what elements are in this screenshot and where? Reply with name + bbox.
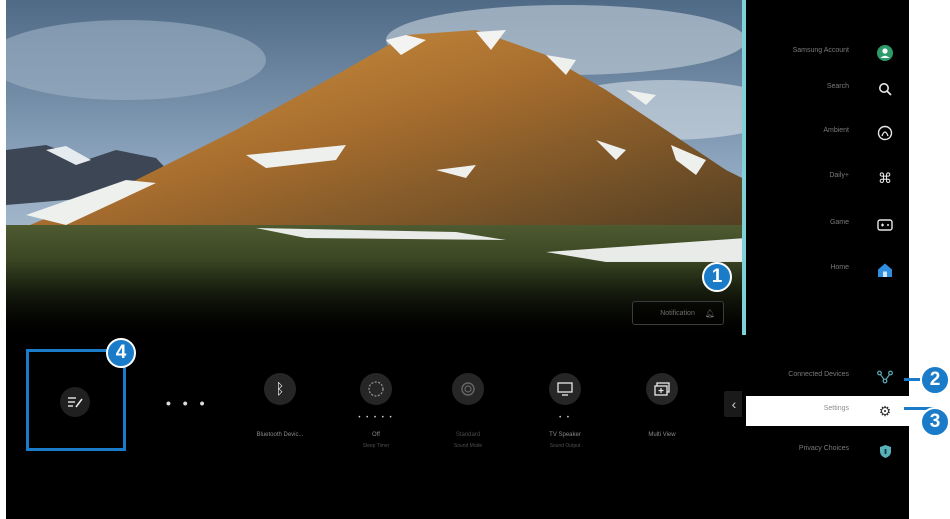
qs-item-sound-mode[interactable]: Standard Sound Mode <box>418 353 518 453</box>
qs-sublabel: Sound Mode <box>453 443 483 449</box>
privacy-shield-icon <box>876 442 894 460</box>
background-landscape <box>6 0 746 335</box>
qs-label: Off <box>372 432 380 438</box>
tv-screen: Notification 🔔︎ • • • ᛒ Bluetooth Devic.… <box>6 0 909 519</box>
qs-label: Multi View <box>648 432 676 438</box>
gamepad-icon <box>876 216 894 234</box>
qs-item-multi-view[interactable]: Multi View <box>612 353 712 453</box>
bluetooth-icon: ᛒ <box>264 373 296 405</box>
callout-badge-4: 4 <box>106 338 136 368</box>
account-icon <box>876 44 894 62</box>
sleep-timer-icon <box>360 373 392 405</box>
notification-button[interactable]: Notification 🔔︎ <box>632 301 724 325</box>
menu-item-connected-devices[interactable]: Connected Devices <box>746 362 909 392</box>
bell-icon: 🔔︎ <box>704 308 715 318</box>
more-options-button[interactable]: • • • <box>166 395 208 411</box>
qs-sublabel: Sound Output <box>549 443 581 449</box>
menu-label: Home <box>830 264 849 271</box>
menu-label: Daily+ <box>829 172 849 179</box>
menu-label: Privacy Choices <box>798 445 849 452</box>
notification-label: Notification <box>660 309 695 317</box>
tv-speaker-dots: • • <box>559 415 571 421</box>
menu-item-home[interactable]: Home <box>746 255 909 285</box>
menu-label: Ambient <box>823 127 849 134</box>
tv-speaker-icon <box>549 373 581 405</box>
callout-badge-3: 3 <box>920 407 950 437</box>
menu-label: Connected Devices <box>788 371 849 378</box>
qs-label: Standard <box>455 432 481 438</box>
menu-label: Search <box>826 83 849 90</box>
menu-item-settings[interactable]: Settings ⚙︎ <box>746 396 909 426</box>
qs-item-bluetooth[interactable]: ᛒ Bluetooth Devic... <box>230 353 330 453</box>
gear-icon: ⚙︎ <box>878 402 892 419</box>
qs-label: Bluetooth Devic... <box>256 432 304 438</box>
menu-item-samsung-account[interactable]: Samsung Account <box>746 38 909 68</box>
qs-item-sleep-timer[interactable]: • • • • • Off Sleep Timer <box>326 353 426 453</box>
menu-label: Settings <box>823 405 849 412</box>
qs-label: TV Speaker <box>549 432 581 438</box>
menu-label: Game <box>829 219 849 226</box>
sound-mode-icon <box>452 373 484 405</box>
edit-list-icon[interactable] <box>60 387 90 417</box>
scroll-left-button[interactable]: ‹ <box>724 391 744 417</box>
multi-view-icon <box>646 373 678 405</box>
menu-item-daily[interactable]: Daily+ ⌘ <box>746 163 909 193</box>
daily-plus-icon: ⌘ <box>878 169 892 186</box>
menu-item-ambient[interactable]: Ambient <box>746 118 909 148</box>
menu-item-privacy-choices[interactable]: Privacy Choices <box>746 436 909 466</box>
connected-devices-icon <box>876 368 894 386</box>
callout-badge-2: 2 <box>920 365 950 395</box>
menu-focus-edge <box>742 0 746 335</box>
menu-label: Samsung Account <box>792 47 849 54</box>
callout-badge-1: 1 <box>702 262 732 292</box>
menu-item-search[interactable]: Search <box>746 74 909 104</box>
qs-item-tv-speaker[interactable]: • • TV Speaker Sound Output <box>515 353 615 453</box>
qs-sublabel: Sleep Timer <box>362 443 390 449</box>
home-icon <box>876 261 894 279</box>
search-icon <box>876 80 894 98</box>
side-menu: Samsung Account Search Ambient Daily+ ⌘ … <box>742 0 909 519</box>
sleep-timer-dots: • • • • • <box>358 415 394 421</box>
ambient-icon <box>876 124 894 142</box>
menu-item-game[interactable]: Game <box>746 210 909 240</box>
